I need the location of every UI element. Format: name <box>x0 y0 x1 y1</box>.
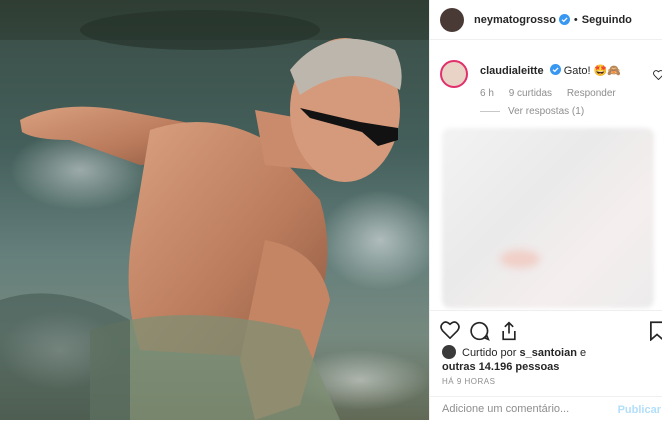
liked-connector: e <box>580 347 587 359</box>
post-header: neymatogrosso • Seguindo <box>430 0 662 40</box>
post-photo[interactable] <box>0 0 429 420</box>
comment-like-heart-icon[interactable] <box>653 70 662 80</box>
share-icon[interactable] <box>500 321 518 341</box>
photo-illustration <box>0 10 429 420</box>
comment-meta: 6 h 9 curtidas Responder <box>480 88 628 99</box>
verified-icon <box>549 64 561 75</box>
likes-count[interactable]: outras 14.196 pessoas <box>442 361 559 373</box>
post-side-panel: neymatogrosso • Seguindo claudialeitte G… <box>429 0 662 420</box>
commenter-username[interactable]: claudialeitte <box>480 65 544 77</box>
like-heart-icon[interactable] <box>440 321 460 339</box>
view-replies-label[interactable]: Ver respostas (1) <box>508 106 584 117</box>
commenter-avatar[interactable] <box>440 60 468 88</box>
liker-username[interactable]: s_santoian <box>519 347 576 359</box>
post-timestamp: HÁ 9 HORAS <box>442 377 496 386</box>
verified-icon <box>558 14 570 25</box>
add-comment-input[interactable] <box>442 403 602 415</box>
blurred-comments-area <box>442 128 654 308</box>
separator-dot: • <box>573 13 578 26</box>
author-username[interactable]: neymatogrosso <box>474 14 556 26</box>
comment-text: Gato! 🤩🙈 <box>563 65 622 77</box>
replies-line <box>480 110 500 112</box>
author-avatar[interactable] <box>440 7 464 32</box>
publish-button[interactable]: Publicar <box>618 404 661 416</box>
view-replies[interactable]: Ver respostas (1) <box>480 106 584 117</box>
liker-avatar[interactable] <box>442 345 456 359</box>
save-bookmark-icon[interactable] <box>650 321 662 341</box>
liked-prefix: Curtido por <box>462 347 517 359</box>
add-comment-bar: Publicar <box>430 396 662 421</box>
comment-time: 6 h <box>480 88 494 99</box>
liked-by: Curtido por s_santoian e outras 14.196 p… <box>442 345 652 374</box>
blurred-spot <box>500 250 540 268</box>
comment-body: claudialeitte Gato! 🤩🙈 <box>480 64 650 77</box>
comment-icon[interactable] <box>470 321 490 341</box>
reply-button[interactable]: Responder <box>567 88 616 99</box>
following-button[interactable]: Seguindo <box>582 14 632 26</box>
comment-likes[interactable]: 9 curtidas <box>509 88 552 99</box>
